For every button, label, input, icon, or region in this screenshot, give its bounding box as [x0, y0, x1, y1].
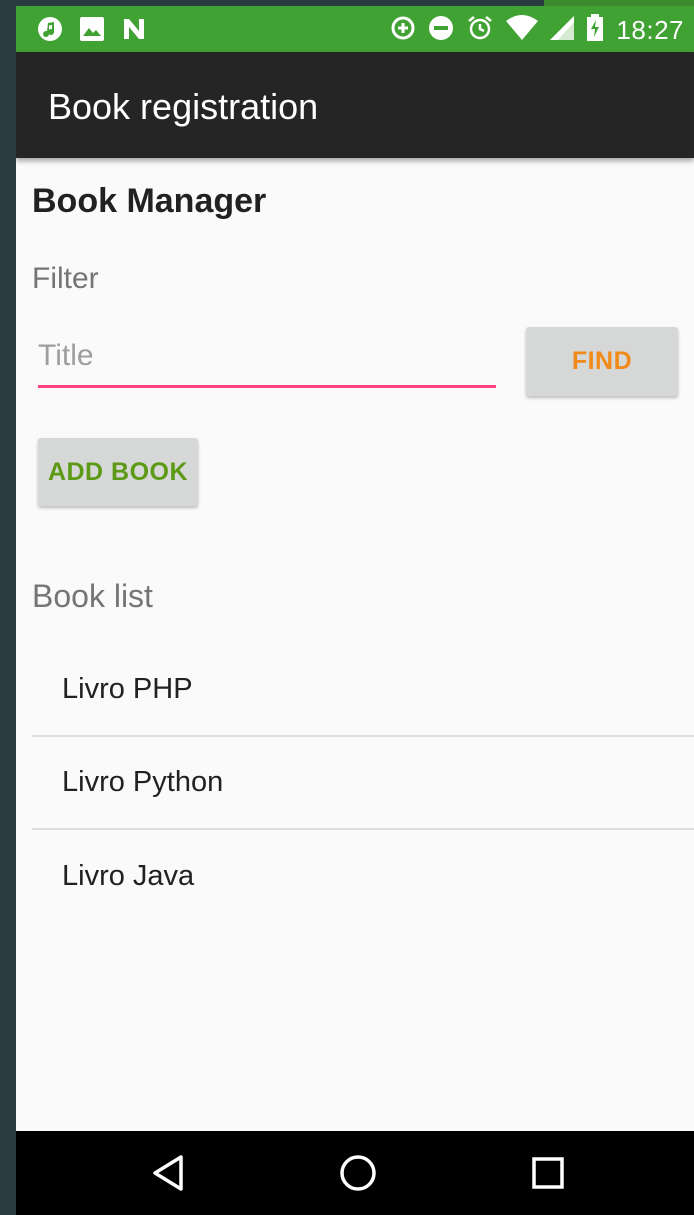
find-button[interactable]: FIND — [526, 327, 678, 396]
recents-icon[interactable] — [526, 1151, 570, 1195]
list-item[interactable]: Livro Python — [32, 737, 694, 830]
main-content: Book Manager Filter FIND ADD BOOK Book l… — [16, 158, 694, 1133]
list-item[interactable]: Livro PHP — [32, 644, 694, 737]
image-icon — [78, 15, 106, 43]
data-saver-icon — [390, 15, 416, 46]
navigation-bar — [16, 1131, 694, 1215]
do-not-disturb-icon — [428, 15, 454, 46]
status-bar: 18:27 — [16, 6, 694, 52]
back-icon[interactable] — [146, 1151, 190, 1195]
list-item[interactable]: Livro Java — [32, 830, 694, 923]
phone-screen: 18:27 Book registration Book Manager Fil… — [16, 6, 694, 1215]
add-book-button[interactable]: ADD BOOK — [38, 438, 198, 506]
book-list: Livro PHP Livro Python Livro Java — [32, 644, 694, 923]
filter-label: Filter — [32, 262, 99, 295]
app-title: Book registration — [48, 86, 319, 127]
home-icon[interactable] — [336, 1151, 380, 1195]
battery-icon — [586, 14, 604, 47]
cell-signal-icon — [550, 16, 575, 45]
wifi-icon — [506, 15, 539, 46]
app-bar: Book registration — [16, 52, 694, 158]
n-notification-icon — [120, 15, 148, 43]
alarm-clock-icon — [466, 14, 494, 47]
title-input[interactable] — [38, 336, 496, 388]
background-edge — [0, 0, 16, 1215]
page-title: Book Manager — [32, 182, 267, 220]
status-time: 18:27 — [616, 15, 684, 45]
music-note-icon — [36, 15, 64, 43]
book-list-label: Book list — [32, 578, 153, 614]
